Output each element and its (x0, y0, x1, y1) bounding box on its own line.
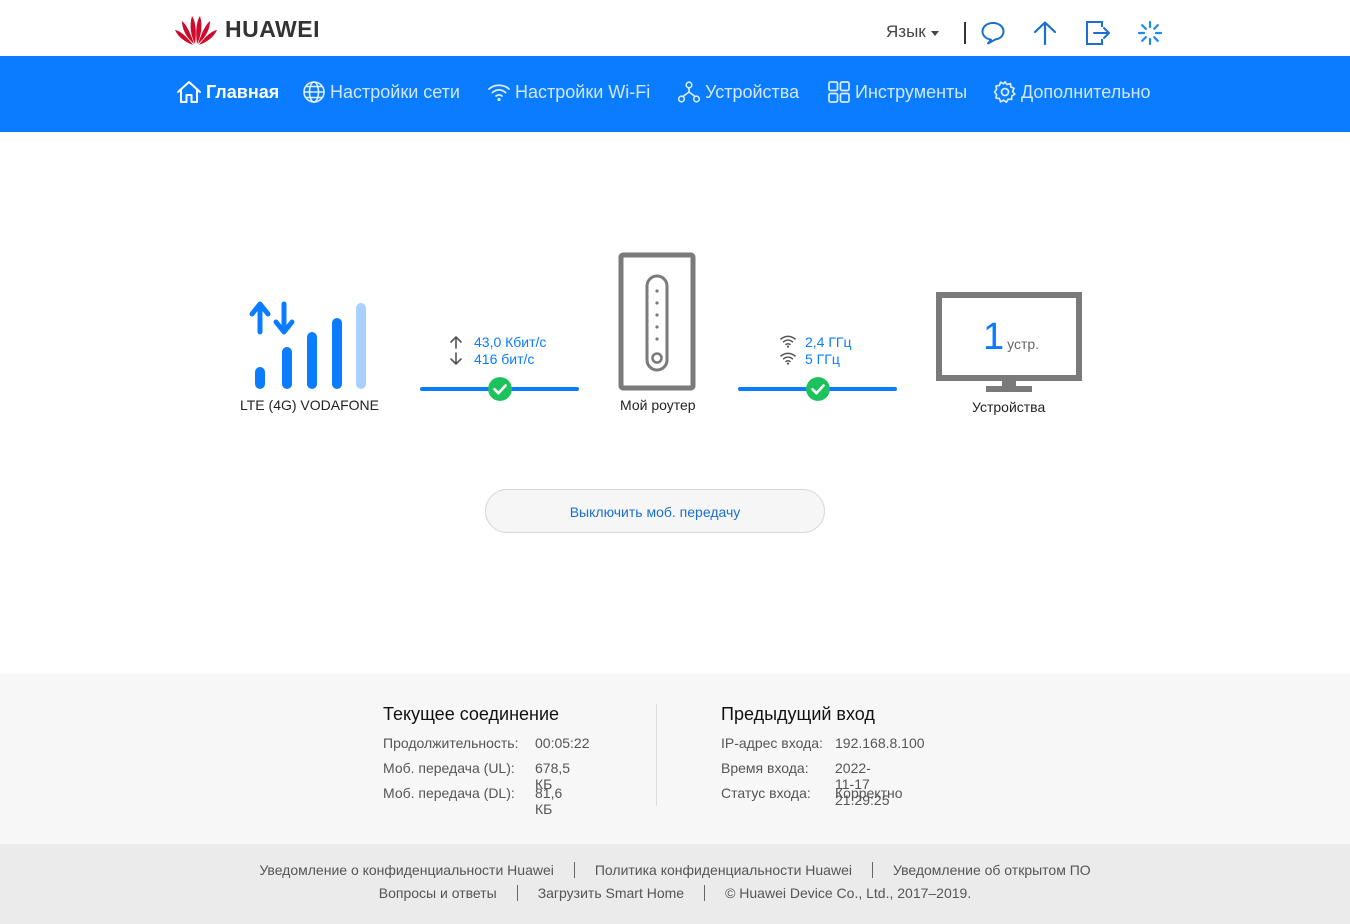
globe-icon (303, 81, 325, 103)
info-value: 00:05:22 (535, 735, 590, 751)
previous-login-section: Предыдущий вход IP-адрес входа: 192.168.… (721, 704, 925, 810)
info-row: Продолжительность: 00:05:22 (383, 735, 590, 760)
signal-strength-icon (249, 301, 366, 389)
device-count-display: 1 устр. (983, 316, 1039, 359)
nav-item-tools[interactable]: Инструменты (827, 78, 967, 106)
footer-links-row: Вопросы и ответы Загрузить Smart Home © … (0, 885, 1350, 901)
open-source-notice-link[interactable]: Уведомление об открытом ПО (893, 862, 1091, 878)
info-value: 192.168.8.100 (835, 735, 925, 751)
nav-label: Дополнительно (1021, 81, 1151, 102)
footer-links-row: Уведомление о конфиденциальности Huawei … (0, 862, 1350, 878)
wifi-2g-icon (780, 335, 796, 348)
footer: Уведомление о конфиденциальности Huawei … (0, 844, 1350, 924)
language-dropdown[interactable]: Язык (886, 22, 939, 42)
info-key: Время входа: (721, 760, 809, 776)
wifi-band-2g: 2,4 ГГц (805, 334, 852, 350)
nav-item-advanced[interactable]: Дополнительно (993, 78, 1151, 106)
previous-login-title: Предыдущий вход (721, 704, 875, 724)
info-key: Статус входа: (721, 785, 811, 801)
loading-icon[interactable] (1137, 20, 1163, 46)
nav-label: Настройки сети (330, 81, 460, 102)
nav-label: Настройки Wi-Fi (515, 81, 651, 102)
tools-icon (828, 81, 850, 103)
info-key: Продолжительность: (383, 735, 519, 751)
info-key: IP-адрес входа: (721, 735, 823, 751)
main-nav: Главная Настройки сети Настройки Wi-Fi У… (0, 56, 1350, 132)
info-row: IP-адрес входа: 192.168.8.100 (721, 735, 925, 760)
current-connection-title: Текущее соединение (383, 704, 560, 724)
info-value: Корректно (835, 785, 903, 801)
current-connection-section: Текущее соединение Продолжительность: 00… (383, 704, 590, 817)
top-bar: HUAWEI Язык (0, 0, 1350, 56)
disable-mobile-data-button[interactable]: Выключить моб. передачу (485, 489, 825, 533)
nav-label: Инструменты (855, 81, 968, 102)
gear-icon (993, 80, 1016, 104)
privacy-policy-link[interactable]: Политика конфиденциальности Huawei (595, 862, 852, 878)
divider (964, 22, 966, 44)
nav-item-devices[interactable]: Устройства (677, 78, 799, 106)
device-count: 1 (983, 316, 1005, 358)
divider (656, 704, 657, 806)
nav-item-wifi-settings[interactable]: Настройки Wi-Fi (487, 78, 650, 106)
devices-icon (677, 81, 701, 103)
upload-arrow-icon (450, 336, 462, 349)
faq-link[interactable]: Вопросы и ответы (379, 885, 497, 901)
wifi-band-5g: 5 ГГц (805, 351, 840, 367)
privacy-notice-link[interactable]: Уведомление о конфиденциальности Huawei (259, 862, 554, 878)
message-icon[interactable] (980, 20, 1006, 46)
info-value: 81,6 КБ (535, 785, 563, 817)
info-row: Время входа: 2022-11-17 21:29:25 (721, 760, 890, 808)
connection-info-panel: Текущее соединение Продолжительность: 00… (0, 674, 1350, 844)
brand-name: HUAWEI (225, 15, 320, 42)
router-label: Мой роутер (620, 397, 696, 413)
network-label: LTE (4G) VODAFONE (240, 397, 379, 413)
info-row: Моб. передача (DL): 81,6 КБ (383, 785, 562, 817)
smart-home-download-link[interactable]: Загрузить Smart Home (538, 885, 684, 901)
divider (516, 885, 518, 901)
huawei-logo-icon (175, 16, 217, 45)
language-label: Язык (886, 22, 926, 41)
copyright: © Huawei Device Co., Ltd., 2017–2019. (725, 885, 972, 901)
divider (871, 862, 873, 878)
upload-rate: 43,0 Кбит/с (474, 334, 547, 350)
wlan-connected-check-icon (806, 377, 830, 401)
info-key: Моб. передача (DL): (383, 785, 515, 801)
logout-icon[interactable] (1085, 20, 1111, 46)
wifi-5g-icon (780, 352, 796, 365)
wifi-icon (488, 84, 510, 102)
divider (704, 885, 706, 901)
devices-label: Устройства (972, 399, 1046, 415)
info-row: Моб. передача (UL): 678,5 КБ (383, 760, 570, 792)
wan-connected-check-icon (488, 377, 512, 401)
nav-label: Устройства (705, 81, 800, 102)
download-arrow-icon (450, 352, 462, 365)
divider (573, 862, 575, 878)
router-icon[interactable] (618, 252, 698, 392)
nav-item-home[interactable]: Главная (176, 78, 279, 106)
chevron-down-icon (930, 30, 939, 36)
nav-label: Главная (206, 81, 280, 102)
download-rate: 416 бит/с (474, 351, 535, 367)
nav-item-network-settings[interactable]: Настройки сети (302, 78, 460, 106)
device-unit: устр. (1007, 336, 1040, 352)
huawei-logo[interactable]: HUAWEI (174, 12, 320, 46)
home-icon (177, 81, 201, 103)
info-key: Моб. передача (UL): (383, 760, 515, 776)
update-icon[interactable] (1032, 20, 1058, 46)
